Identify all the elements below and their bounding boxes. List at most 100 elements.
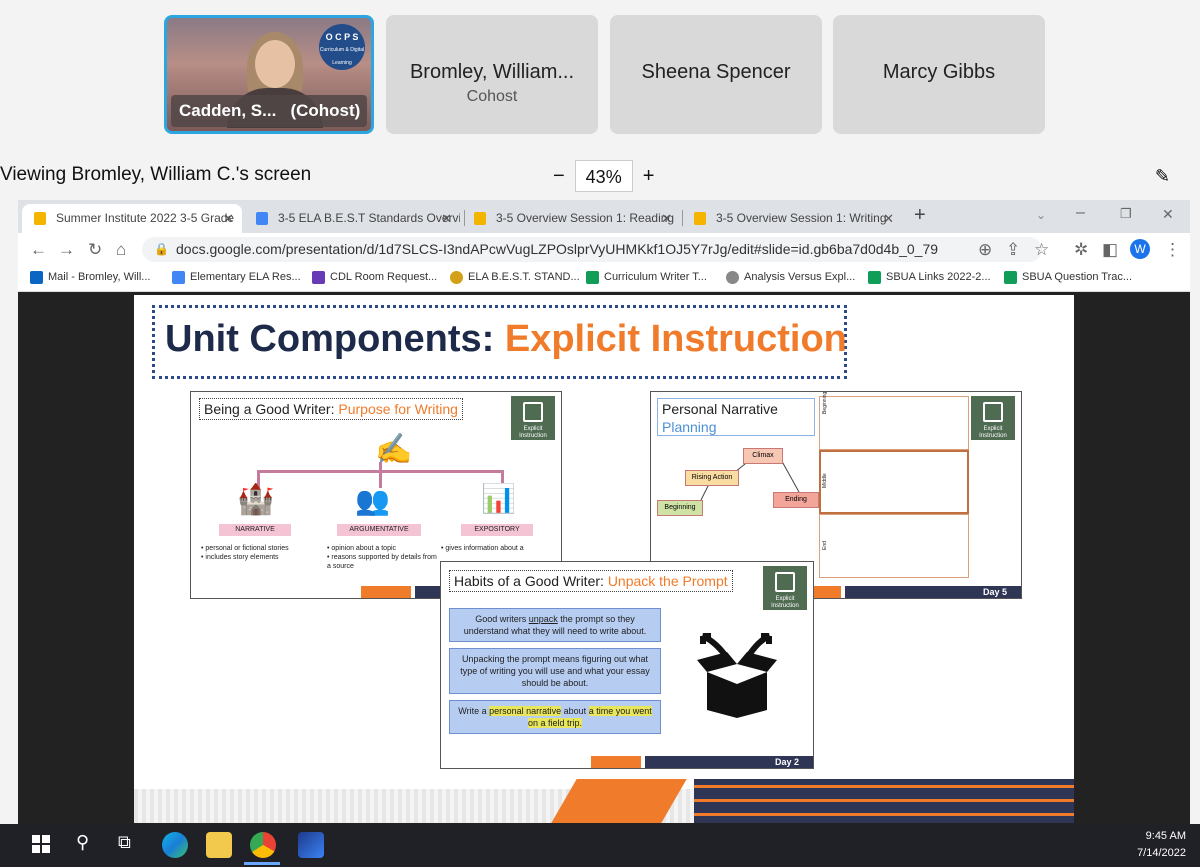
bookmark-mail[interactable]: Mail - Bromley, Will... xyxy=(28,271,151,284)
slides-icon xyxy=(474,212,486,225)
outlook-icon xyxy=(30,271,43,284)
participant-tile-bromley[interactable]: Bromley, William... Cohost xyxy=(386,15,598,134)
zoom-lens-icon[interactable]: ⊕ xyxy=(978,240,992,260)
planner-middle-box xyxy=(819,450,969,514)
webex-icon[interactable] xyxy=(298,832,324,858)
participant-name: Bromley, William... xyxy=(409,61,575,83)
node-rising-action: Rising Action xyxy=(685,470,739,486)
chart-report-icon: 📊 xyxy=(481,483,516,514)
search-icon[interactable]: ⚲ xyxy=(76,832,89,853)
minimize-window-icon[interactable]: – xyxy=(1076,204,1085,222)
participant-name: Marcy Gibbs xyxy=(882,61,996,83)
node-beginning: Beginning xyxy=(657,500,703,516)
teacher-board-icon xyxy=(775,572,795,592)
bookmark-curriculum-writer[interactable]: Curriculum Writer T... xyxy=(584,271,707,284)
participant-role: Cohost xyxy=(466,88,518,105)
close-tab-icon[interactable]: ✕ xyxy=(883,204,894,233)
new-tab-button[interactable]: + xyxy=(914,204,926,227)
tab-title: 3-5 Overview Session 1: Writing xyxy=(716,211,887,225)
participant-name-label: Cadden, S... (Cohost) xyxy=(171,95,367,127)
edge-browser-icon[interactable] xyxy=(162,832,188,858)
tab-ela-standards[interactable]: 3-5 ELA B.E.S.T Standards Overvi ✕ xyxy=(244,204,460,233)
task-view-icon[interactable]: ⧉ xyxy=(118,832,131,853)
tab-search-chevron-icon[interactable]: ⌄ xyxy=(1036,208,1046,222)
clock-date: 7/14/2022 xyxy=(1137,847,1186,859)
bookmark-sbua-links[interactable]: SBUA Links 2022-2... xyxy=(866,271,991,284)
planner-label-beginning: Beginning xyxy=(822,391,828,414)
close-tab-icon[interactable]: ✕ xyxy=(661,204,672,233)
explicit-instruction-badge: Explicit Instruction xyxy=(763,566,807,610)
bookmarks-bar: Mail - Bromley, Will... Elementary ELA R… xyxy=(18,266,1190,292)
bookmark-label: CDL Room Request... xyxy=(330,271,438,283)
browser-menu-icon[interactable]: ⋮ xyxy=(1164,240,1181,260)
url-text: docs.google.com/presentation/d/1d7SLCS-I… xyxy=(176,241,939,257)
bookmark-elementary-ela[interactable]: Elementary ELA Res... xyxy=(170,271,301,284)
sheets-icon xyxy=(586,271,599,284)
bookmark-analysis[interactable]: Analysis Versus Expl... xyxy=(724,271,855,284)
windows-start-icon[interactable] xyxy=(32,835,50,853)
file-explorer-icon[interactable] xyxy=(206,832,232,858)
bookmark-cdl-room[interactable]: CDL Room Request... xyxy=(310,271,438,284)
forward-arrow-icon[interactable]: → xyxy=(58,240,75,260)
profile-avatar[interactable]: W xyxy=(1130,239,1150,259)
side-panel-icon[interactable]: ◧ xyxy=(1102,240,1118,260)
active-app-indicator xyxy=(244,862,280,865)
slides-icon xyxy=(34,212,46,225)
sheets-icon xyxy=(868,271,881,284)
card-title: Being a Good Writer: Purpose for Writing xyxy=(199,398,463,420)
zoom-in-button[interactable]: + xyxy=(643,165,655,188)
bookmark-label: SBUA Question Trac... xyxy=(1022,271,1133,283)
tip-box-meaning: Unpacking the prompt means figuring out … xyxy=(449,648,661,694)
participant-tile-gibbs[interactable]: Marcy Gibbs xyxy=(833,15,1045,134)
url-input[interactable]: 🔒 docs.google.com/presentation/d/1d7SLCS… xyxy=(142,237,1042,262)
close-window-icon[interactable]: ✕ xyxy=(1162,206,1174,223)
close-tab-icon[interactable]: ✕ xyxy=(441,204,452,233)
zoom-level[interactable]: 43% xyxy=(574,160,633,192)
close-tab-icon[interactable]: ✕ xyxy=(223,204,234,233)
bookmark-sbua-question[interactable]: SBUA Question Trac... xyxy=(1002,271,1133,284)
type-label-expository: EXPOSITORY xyxy=(461,524,533,536)
planner-end-box xyxy=(819,514,969,578)
system-clock[interactable]: 9:45 AM 7/14/2022 xyxy=(1137,828,1186,862)
bookmark-star-icon[interactable]: ☆ xyxy=(1034,240,1049,260)
planner-beginning-box xyxy=(819,396,969,450)
explicit-instruction-badge: Explicit Instruction xyxy=(511,396,555,440)
tab-writing-session[interactable]: 3-5 Overview Session 1: Writing ✕ xyxy=(682,204,902,233)
reload-icon[interactable]: ↻ xyxy=(88,240,102,260)
docs-icon xyxy=(256,212,268,225)
tab-summer-institute[interactable]: Summer Institute 2022 3-5 Grade ✕ xyxy=(22,204,242,233)
participant-tile-cadden[interactable]: O C P S Curriculum & Digital Learning Cad… xyxy=(164,15,374,134)
decor-stripe xyxy=(361,586,411,598)
type-label-narrative: NARRATIVE xyxy=(219,524,291,536)
zoom-control: − 43% + xyxy=(553,160,654,192)
share-icon[interactable]: ⇪ xyxy=(1006,240,1020,260)
restore-window-icon[interactable]: ❐ xyxy=(1120,206,1132,222)
participant-tile-spencer[interactable]: Sheena Spencer xyxy=(610,15,822,134)
explicit-instruction-badge: Explicit Instruction xyxy=(971,396,1015,440)
back-arrow-icon[interactable]: ← xyxy=(30,240,47,260)
bookmark-label: Elementary ELA Res... xyxy=(190,271,301,283)
docs-icon xyxy=(172,271,185,284)
slide-title-box: Unit Components: Explicit Instruction xyxy=(152,305,847,379)
annotate-pen-icon[interactable]: ✎ xyxy=(1155,166,1170,187)
type-label-argumentative: ARGUMENTATIVE xyxy=(337,524,421,536)
chrome-browser-icon[interactable] xyxy=(250,832,276,858)
shared-browser-window: Summer Institute 2022 3-5 Grade ✕ 3-5 EL… xyxy=(18,200,1190,824)
viewing-screen-label: Viewing Bromley, William C.'s screen xyxy=(0,164,312,185)
bookmark-ela-best[interactable]: ELA B.E.S.T. STAND... xyxy=(448,271,580,284)
presentation-slide: Unit Components: Explicit Instruction Be… xyxy=(134,295,1074,823)
decor-stripe xyxy=(591,756,641,768)
zoom-out-button[interactable]: − xyxy=(553,165,565,188)
extensions-puzzle-icon[interactable]: ✲ xyxy=(1074,240,1088,260)
planner-label-middle: Middle xyxy=(822,473,828,488)
tab-bar: Summer Institute 2022 3-5 Grade ✕ 3-5 EL… xyxy=(18,200,1190,233)
lock-icon: 🔒 xyxy=(154,242,169,256)
open-box-arrows-icon xyxy=(697,633,777,718)
planner-label-end: End xyxy=(822,541,828,550)
forms-icon xyxy=(312,271,325,284)
bookmark-label: Mail - Bromley, Will... xyxy=(48,271,151,283)
card-title: Habits of a Good Writer: Unpack the Prom… xyxy=(449,570,733,592)
home-icon[interactable]: ⌂ xyxy=(116,240,126,260)
tab-reading-session[interactable]: 3-5 Overview Session 1: Reading ✕ xyxy=(462,204,680,233)
slides-icon xyxy=(694,212,706,225)
